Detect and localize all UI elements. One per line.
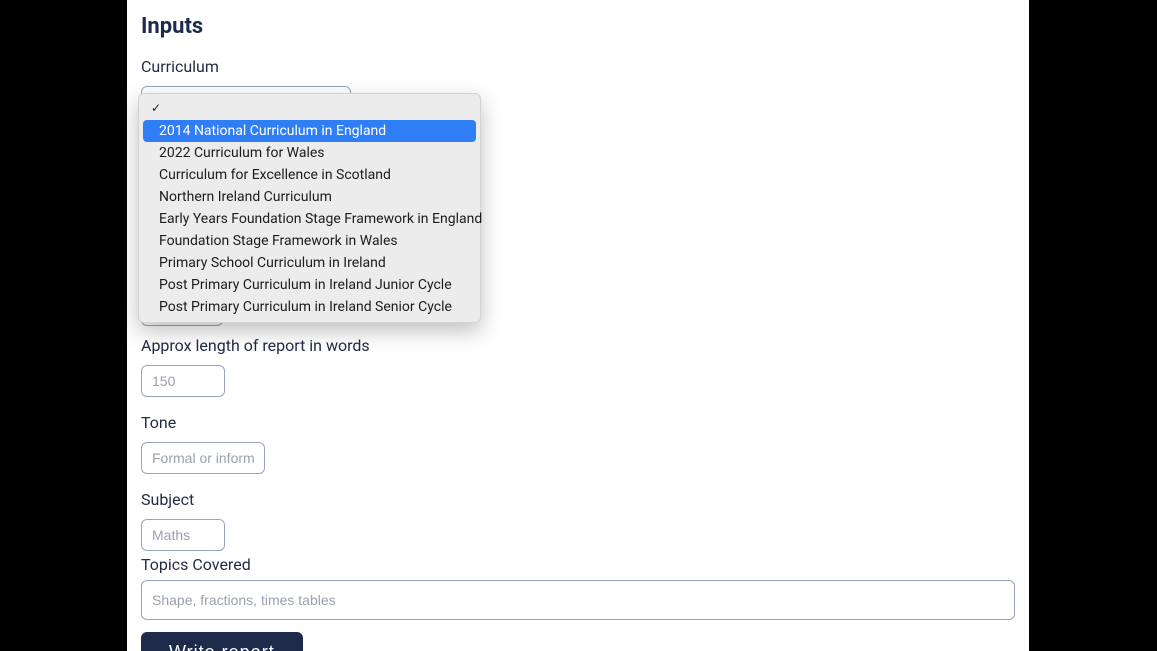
report-length-field: Approx length of report in words [141, 336, 1015, 397]
subject-label: Subject [141, 490, 1015, 509]
topics-input[interactable] [141, 580, 1015, 620]
curriculum-option-2[interactable]: Curriculum for Excellence in Scotland [143, 164, 476, 186]
curriculum-label: Curriculum [141, 57, 1015, 76]
tone-label: Tone [141, 413, 1015, 432]
topics-label: Topics Covered [141, 555, 1015, 574]
curriculum-option-4[interactable]: Early Years Foundation Stage Framework i… [143, 208, 476, 230]
curriculum-option-8[interactable]: Post Primary Curriculum in Ireland Senio… [143, 296, 476, 318]
curriculum-option-0[interactable]: 2014 National Curriculum in England [143, 120, 476, 142]
curriculum-option-3[interactable]: Northern Ireland Curriculum [143, 186, 476, 208]
app-frame: Inputs Curriculum 2014 National Curricul… [0, 0, 1157, 651]
write-report-button[interactable]: Write report [141, 632, 303, 651]
report-length-label: Approx length of report in words [141, 336, 1015, 355]
report-length-input[interactable] [141, 365, 225, 397]
curriculum-option-5[interactable]: Foundation Stage Framework in Wales [143, 230, 476, 252]
tone-input[interactable] [141, 442, 265, 474]
form-page: Inputs Curriculum 2014 National Curricul… [127, 0, 1029, 651]
subject-input[interactable] [141, 519, 225, 551]
curriculum-option-blank[interactable] [143, 98, 476, 120]
curriculum-dropdown[interactable]: 2014 National Curriculum in England 2022… [138, 93, 481, 323]
curriculum-option-6[interactable]: Primary School Curriculum in Ireland [143, 252, 476, 274]
topics-field: Topics Covered [141, 555, 1015, 620]
subject-field: Subject [141, 490, 1015, 551]
curriculum-option-7[interactable]: Post Primary Curriculum in Ireland Junio… [143, 274, 476, 296]
tone-field: Tone [141, 413, 1015, 474]
curriculum-option-1[interactable]: 2022 Curriculum for Wales [143, 142, 476, 164]
page-title: Inputs [141, 14, 1015, 39]
